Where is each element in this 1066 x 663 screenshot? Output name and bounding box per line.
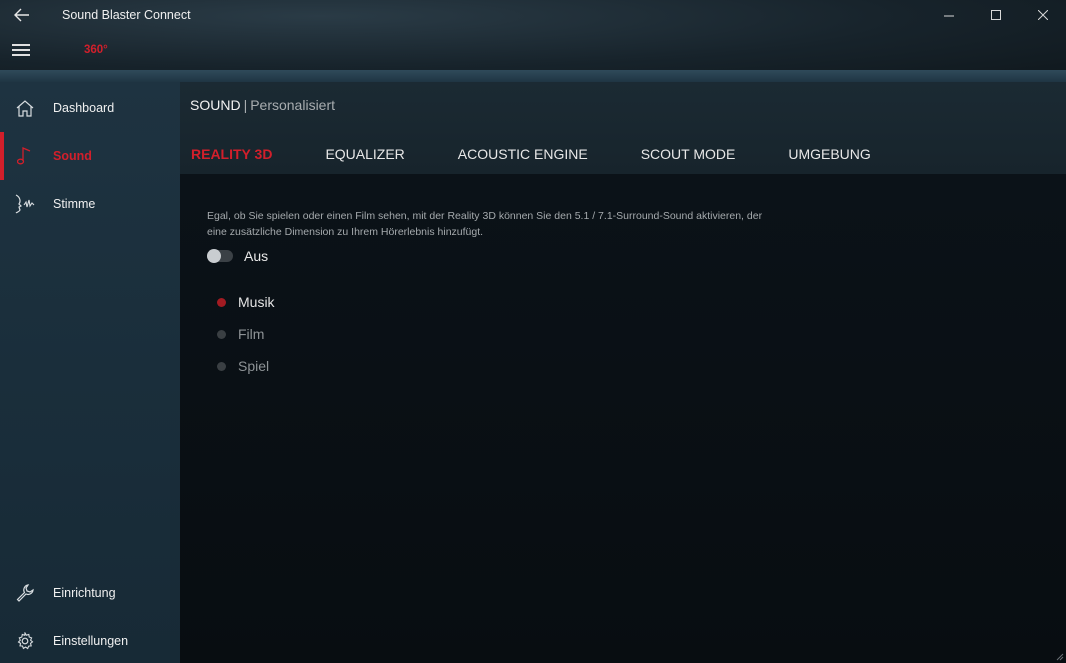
toggle-knob bbox=[207, 249, 221, 263]
sidebar-item-dashboard[interactable]: Dashboard bbox=[0, 84, 180, 132]
music-note-icon bbox=[0, 146, 50, 166]
radio-dot bbox=[217, 361, 226, 371]
wrench-icon bbox=[0, 584, 50, 602]
radio-label: Spiel bbox=[238, 358, 270, 374]
sidebar-item-sound[interactable]: Sound bbox=[0, 132, 180, 180]
breadcrumb-subsection: Personalisiert bbox=[250, 97, 336, 113]
mode-radio-group: Musik Film Spiel bbox=[217, 286, 275, 382]
radio-label: Film bbox=[238, 326, 265, 342]
radio-film[interactable]: Film bbox=[217, 318, 275, 350]
window-controls bbox=[925, 0, 1066, 30]
sidebar-item-einstellungen[interactable]: Einstellungen bbox=[0, 617, 180, 663]
main-header: SOUND | Personalisiert REALITY 3D EQUALIZE… bbox=[180, 82, 1066, 174]
360-badge: 360° bbox=[84, 44, 108, 56]
radio-dot bbox=[217, 297, 226, 307]
gear-icon bbox=[0, 632, 50, 650]
sidebar-item-label: Einstellungen bbox=[53, 634, 129, 648]
tab-bar: REALITY 3D EQUALIZER ACOUSTIC ENGINE SCO… bbox=[191, 146, 924, 162]
feature-description: Egal, ob Sie spielen oder einen Film seh… bbox=[207, 210, 763, 238]
minimize-button[interactable] bbox=[925, 0, 972, 30]
back-arrow-icon bbox=[14, 8, 29, 22]
radio-label: Musik bbox=[238, 294, 275, 310]
sidebar-item-label: Stimme bbox=[53, 197, 96, 211]
radio-spiel[interactable]: Spiel bbox=[217, 350, 275, 382]
top-band-strip bbox=[0, 70, 1066, 82]
minimize-icon bbox=[943, 15, 954, 17]
hamburger-icon-line bbox=[12, 49, 30, 51]
tab-umgebung[interactable]: UMGEBUNG bbox=[788, 146, 870, 162]
reality-3d-toggle-row: Aus bbox=[207, 248, 268, 264]
main-panel: SOUND | Personalisiert REALITY 3D EQUALIZE… bbox=[180, 82, 1066, 663]
reality-3d-toggle[interactable] bbox=[207, 249, 233, 263]
breadcrumb-separator: | bbox=[243, 97, 248, 113]
title-bar: Sound Blaster Connect bbox=[0, 0, 1066, 30]
sidebar-item-label: Dashboard bbox=[53, 101, 115, 115]
app-title: Sound Blaster Connect bbox=[62, 8, 191, 22]
sidebar-item-stimme[interactable]: Stimme bbox=[0, 180, 180, 228]
sidebar: Dashboard Sound Stimme Einrichtung Einst… bbox=[0, 82, 180, 663]
radio-dot bbox=[217, 329, 226, 339]
hamburger-icon-line bbox=[12, 54, 30, 56]
breadcrumb-section: SOUND bbox=[190, 97, 241, 113]
back-button[interactable] bbox=[0, 0, 44, 30]
maximize-button[interactable] bbox=[972, 0, 1019, 30]
tab-acoustic-engine[interactable]: ACOUSTIC ENGINE bbox=[458, 146, 588, 162]
hamburger-menu-button[interactable] bbox=[12, 44, 32, 58]
close-button[interactable] bbox=[1019, 0, 1066, 30]
home-icon bbox=[0, 99, 50, 117]
sidebar-item-label: Sound bbox=[53, 149, 92, 163]
radio-musik[interactable]: Musik bbox=[217, 286, 275, 318]
tab-reality-3d[interactable]: REALITY 3D bbox=[191, 146, 272, 162]
close-icon bbox=[1037, 10, 1048, 20]
maximize-icon bbox=[990, 10, 1001, 20]
sidebar-item-einrichtung[interactable]: Einrichtung bbox=[0, 569, 180, 617]
hamburger-icon bbox=[12, 44, 30, 46]
breadcrumb: SOUND | Personalisiert bbox=[190, 97, 335, 113]
voice-icon bbox=[0, 194, 50, 214]
content-area: Egal, ob Sie spielen oder einen Film seh… bbox=[180, 174, 1066, 663]
sidebar-item-label: Einrichtung bbox=[53, 586, 116, 600]
resize-grip-icon[interactable] bbox=[1054, 651, 1064, 661]
tab-scout-mode[interactable]: SCOUT MODE bbox=[641, 146, 736, 162]
toggle-label: Aus bbox=[244, 248, 269, 264]
tab-equalizer[interactable]: EQUALIZER bbox=[325, 146, 404, 162]
